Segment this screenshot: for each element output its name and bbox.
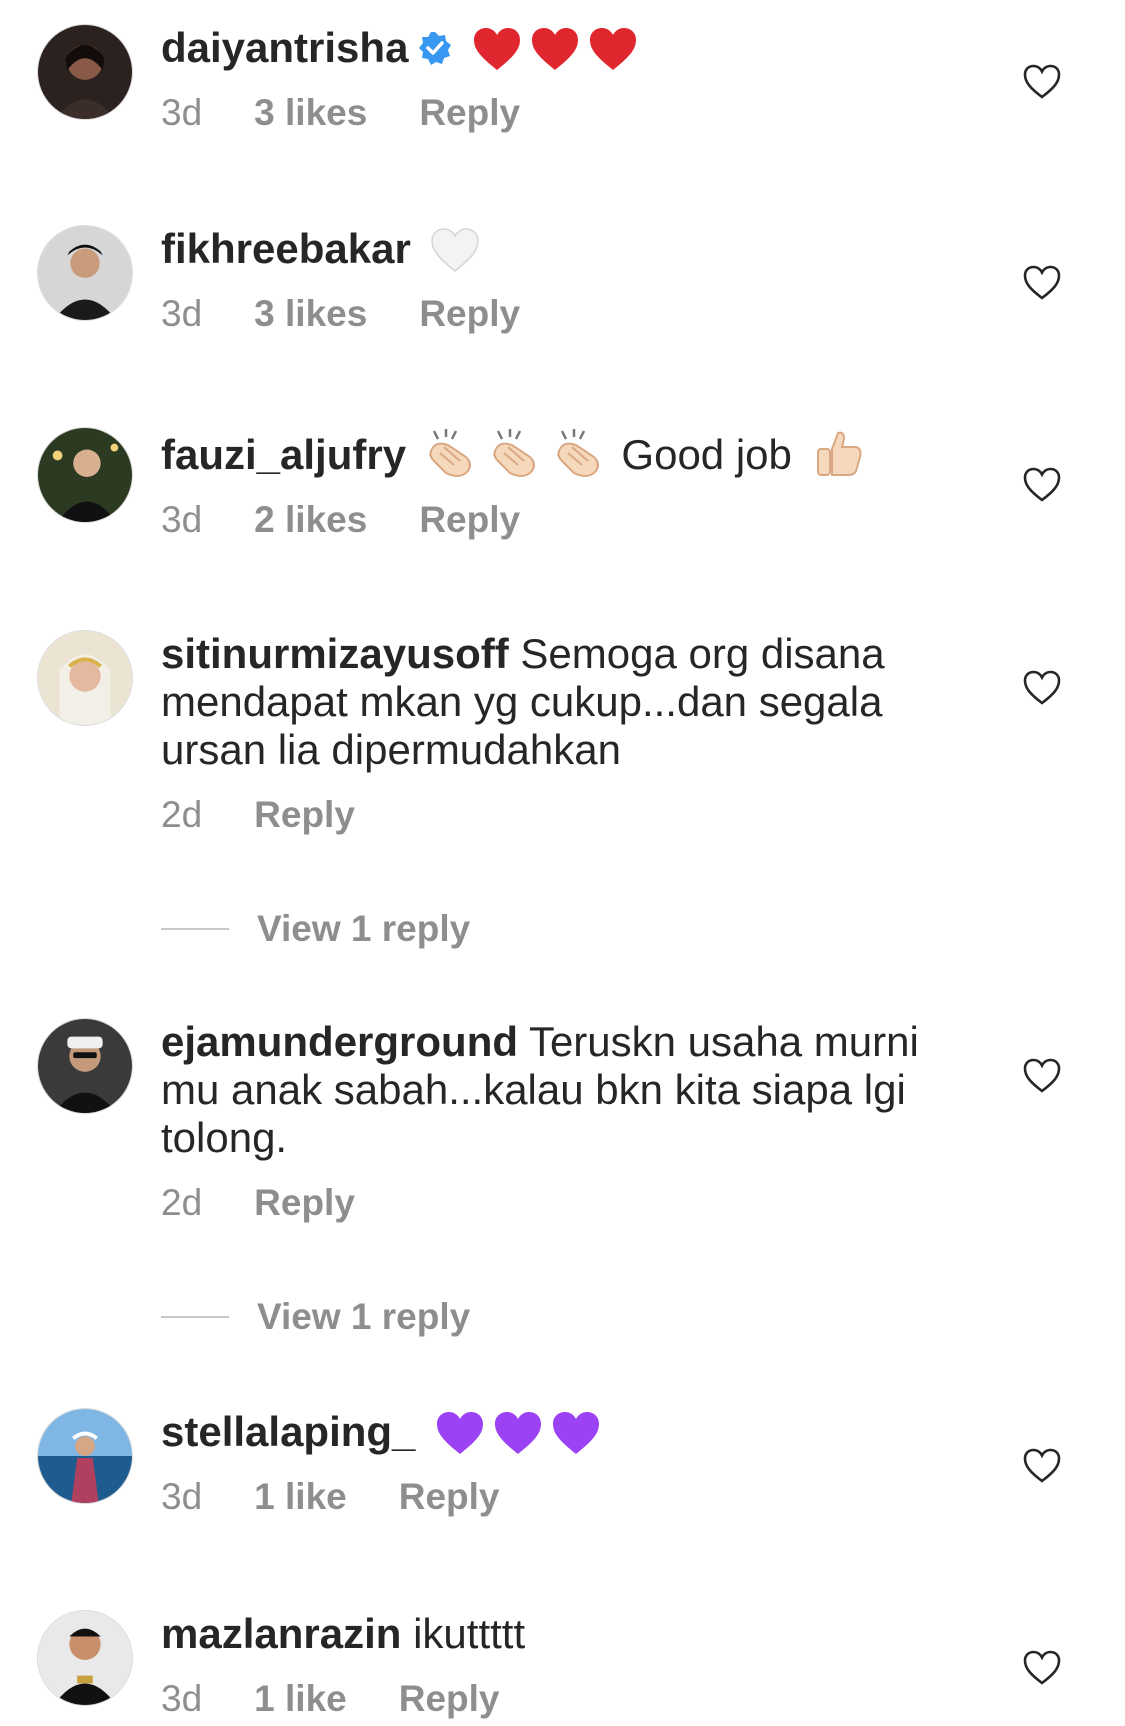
username[interactable]: mazlanrazin <box>161 1610 401 1657</box>
comment-time: 3d <box>161 92 203 133</box>
avatar[interactable] <box>37 630 133 726</box>
view-replies-button[interactable]: View 1 reply <box>161 1296 470 1338</box>
avatar[interactable] <box>37 1018 133 1114</box>
reply-button[interactable]: Reply <box>399 1678 500 1720</box>
avatar[interactable] <box>37 1408 133 1504</box>
comment-body: ikuttttt <box>413 1610 526 1657</box>
comment-text: sitinurmizayusoff Semoga org disana mend… <box>161 630 941 774</box>
divider <box>161 1316 229 1318</box>
purple-heart-emoji <box>551 1410 601 1456</box>
likes-count[interactable]: 2 likes <box>254 499 367 541</box>
view-replies-label: View 1 reply <box>257 1296 471 1337</box>
avatar[interactable] <box>37 1610 133 1706</box>
username[interactable]: ejamunderground <box>161 1018 518 1065</box>
view-replies-button[interactable]: View 1 reply <box>161 908 470 950</box>
comment-text: fikhreebakar <box>161 225 941 273</box>
heart-outline-icon[interactable] <box>1022 62 1062 102</box>
comment-body: Good job <box>621 431 792 478</box>
comment-text: stellalaping_ <box>161 1408 941 1456</box>
reply-button[interactable]: Reply <box>399 1476 500 1518</box>
reply-button[interactable]: Reply <box>254 794 355 836</box>
comment-text: fauzi_aljufry Good job <box>161 427 941 479</box>
comment-time: 2d <box>161 1182 203 1223</box>
heart-outline-icon[interactable] <box>1022 1446 1062 1486</box>
white-heart-emoji <box>430 227 480 273</box>
username[interactable]: stellalaping_ <box>161 1408 415 1455</box>
comment-time: 3d <box>161 293 203 334</box>
username[interactable]: daiyantrisha <box>161 24 408 71</box>
heart-outline-icon[interactable] <box>1022 1648 1062 1688</box>
comment-text: mazlanrazin ikuttttt <box>161 1610 941 1658</box>
comment-text: ejamunderground Teruskn usaha murni mu a… <box>161 1018 941 1162</box>
red-heart-emoji <box>472 26 522 72</box>
comment-time: 3d <box>161 1678 203 1719</box>
heart-outline-icon[interactable] <box>1022 1056 1062 1096</box>
avatar[interactable] <box>37 427 133 523</box>
username[interactable]: sitinurmizayusoff <box>161 630 509 677</box>
comment-time: 2d <box>161 794 203 835</box>
likes-count[interactable]: 3 likes <box>254 293 367 335</box>
red-heart-emoji <box>588 26 638 72</box>
username[interactable]: fauzi_aljufry <box>161 431 406 478</box>
purple-heart-emoji <box>493 1410 543 1456</box>
username[interactable]: fikhreebakar <box>161 225 411 272</box>
reply-button[interactable]: Reply <box>419 293 520 335</box>
reply-button[interactable]: Reply <box>254 1182 355 1224</box>
purple-heart-emoji <box>435 1410 485 1456</box>
red-heart-emoji <box>530 26 580 72</box>
reply-button[interactable]: Reply <box>419 92 520 134</box>
thumbs-up-emoji <box>812 427 864 479</box>
verified-badge-icon <box>418 27 452 65</box>
likes-count[interactable]: 3 likes <box>254 92 367 134</box>
avatar[interactable] <box>37 24 133 120</box>
comment-time: 3d <box>161 1476 203 1517</box>
avatar[interactable] <box>37 225 133 321</box>
clapping-hands-emoji <box>426 427 482 479</box>
clapping-hands-emoji <box>554 427 610 479</box>
likes-count[interactable]: 1 like <box>254 1678 347 1720</box>
reply-button[interactable]: Reply <box>419 499 520 541</box>
clapping-hands-emoji <box>490 427 546 479</box>
heart-outline-icon[interactable] <box>1022 668 1062 708</box>
likes-count[interactable]: 1 like <box>254 1476 347 1518</box>
divider <box>161 928 229 930</box>
view-replies-label: View 1 reply <box>257 908 471 949</box>
comment-time: 3d <box>161 499 203 540</box>
heart-outline-icon[interactable] <box>1022 465 1062 505</box>
comment-text: daiyantrisha <box>161 24 941 72</box>
heart-outline-icon[interactable] <box>1022 263 1062 303</box>
